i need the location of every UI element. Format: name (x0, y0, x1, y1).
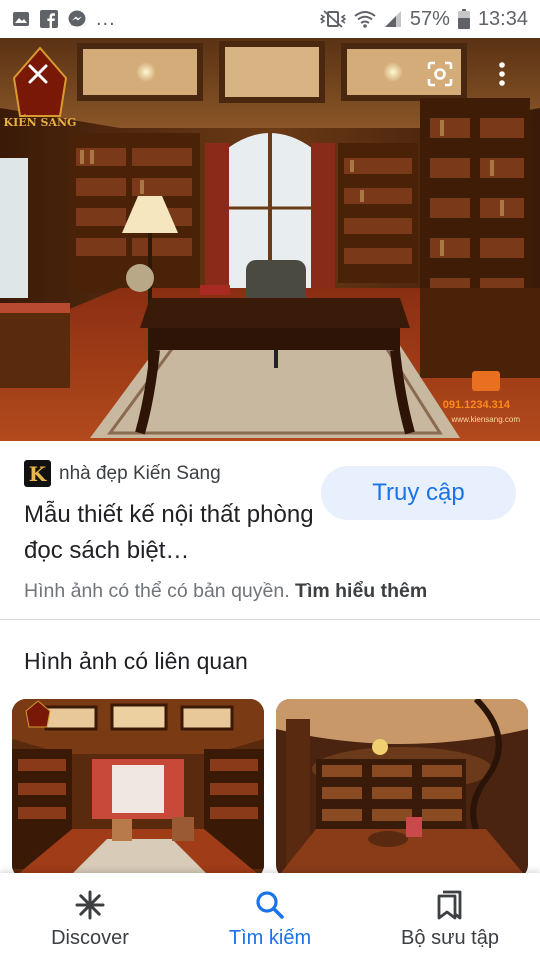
status-bar: ... 57% 13:34 (0, 0, 540, 38)
more-vert-icon (499, 62, 505, 86)
library-room-image: KIẾN SANG 091.1234.314 www.kiensang.com (0, 38, 540, 441)
related-images-heading: Hình ảnh có liên quan (24, 648, 248, 674)
status-overflow: ... (96, 8, 116, 30)
nav-search[interactable]: Tìm kiếm (180, 873, 360, 960)
nav-collections[interactable]: Bộ sưu tập (360, 873, 540, 960)
learn-more-link[interactable]: Tìm hiểu thêm (295, 580, 427, 602)
nav-search-label: Tìm kiếm (228, 927, 312, 949)
bookmark-collection-icon (437, 890, 462, 920)
lens-button[interactable] (418, 52, 462, 96)
clock: 13:34 (477, 7, 528, 30)
nav-discover[interactable]: Discover (0, 873, 180, 960)
signal-icon (384, 11, 401, 27)
status-left-icons: ... (12, 9, 116, 29)
messenger-icon (68, 10, 86, 27)
facebook-icon (40, 10, 58, 28)
copyright-notice: Hình ảnh có thể có bản quyền. Tìm hiểu t… (24, 580, 427, 603)
watermark-site: www.kiensang.com (451, 415, 521, 424)
bottom-navigation: Discover Tìm kiếm Bộ sưu tập (0, 873, 540, 960)
battery-icon (457, 9, 470, 29)
lens-icon (427, 61, 453, 87)
status-right: 57% 13:34 (319, 7, 528, 31)
site-favicon: K (24, 460, 51, 487)
visit-button[interactable]: Truy cập (321, 466, 516, 520)
related-image-2[interactable] (276, 699, 528, 879)
close-icon (28, 64, 48, 84)
related-library-image-1 (12, 699, 264, 879)
related-library-image-2 (276, 699, 528, 879)
wifi-icon (354, 11, 376, 28)
result-title[interactable]: Mẫu thiết kế nội thất phòng đọc sách biệ… (24, 497, 314, 569)
more-options-button[interactable] (480, 52, 524, 96)
copyright-text: Hình ảnh có thể có bản quyền. (24, 580, 290, 602)
logo-brand-text: KIẾN SANG (4, 114, 77, 129)
close-button[interactable] (16, 52, 60, 96)
nav-discover-label: Discover (51, 927, 129, 949)
asterisk-icon (75, 890, 105, 920)
watermark-phone: 091.1234.314 (443, 399, 511, 411)
source-name[interactable]: nhà đẹp Kiến Sang (59, 463, 221, 485)
gallery-icon (13, 12, 29, 26)
battery-percent: 57% (409, 7, 450, 30)
source-row[interactable]: K nhà đẹp Kiến Sang (24, 460, 221, 487)
nav-collections-label: Bộ sưu tập (401, 927, 499, 949)
search-icon (256, 891, 284, 919)
related-image-1[interactable] (12, 699, 264, 879)
preview-image[interactable]: KIẾN SANG 091.1234.314 www.kiensang.com (0, 38, 540, 441)
vibrate-icon (319, 10, 346, 28)
divider (0, 619, 540, 620)
